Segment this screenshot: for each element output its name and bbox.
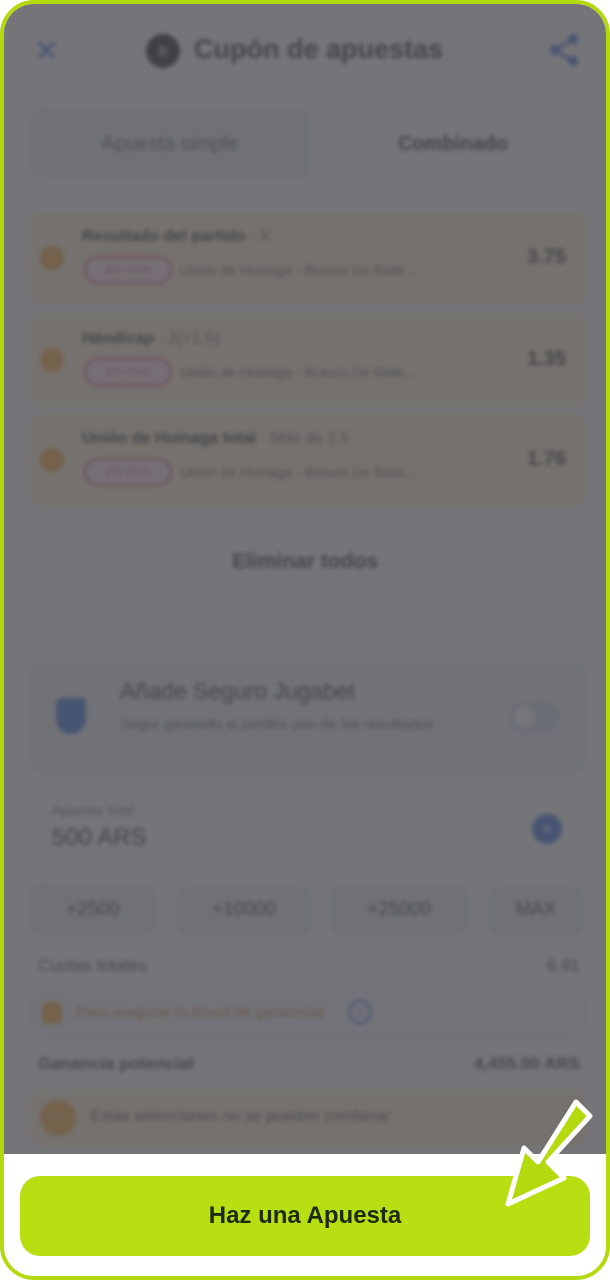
insurance-description: Seguí ganando si perdés uno de los resul…: [120, 716, 434, 733]
selection-pick: Más de 1.5: [270, 430, 350, 447]
remove-selection-icon[interactable]: [40, 246, 64, 270]
stake-field[interactable]: Apuesta total 500 ARS ✕: [30, 794, 586, 868]
selection-pick: X: [259, 228, 271, 245]
brand-logo: B: [146, 34, 180, 68]
insurance-title: Añade Seguro Jugabet: [120, 678, 356, 704]
selection-market: Unión de Huinaga total: [82, 430, 257, 447]
tab-simple[interactable]: Apuesta simple: [30, 108, 310, 180]
total-odds-row: Cuotas totales 8.91: [38, 956, 580, 976]
phone-frame: ✕ B Cupón de apuestas Apuesta simple Com…: [0, 0, 610, 1280]
potential-win-row: Ganancia potencial 4,455.00 ARS: [38, 1054, 580, 1074]
insurance-toggle[interactable]: [510, 702, 560, 732]
total-odds-value: 8.91: [546, 956, 580, 975]
quick-amount-button[interactable]: MAX: [488, 884, 584, 936]
remove-selection-icon[interactable]: [40, 448, 64, 472]
total-odds-label: Cuotas totales: [38, 956, 147, 975]
selection-market: Hándicap: [82, 330, 155, 347]
stake-value[interactable]: 500 ARS: [52, 824, 147, 852]
remove-selection-icon[interactable]: [40, 348, 64, 372]
potential-win-label: Ganancia potencial: [38, 1054, 194, 1073]
selection-card[interactable]: Hándicap · 2(+1.5) EN VIVO Unión de Huin…: [30, 314, 586, 406]
info-icon[interactable]: i: [348, 1000, 372, 1024]
selection-card[interactable]: Resultado del partido · X EN VIVO Unión …: [30, 212, 586, 304]
boost-banner: Para asegurar tu Boost de ganancias i: [30, 986, 586, 1040]
selection-odds: 3.75: [527, 246, 566, 268]
pointer-arrow-icon: [505, 1099, 593, 1207]
shield-icon: [56, 698, 86, 734]
quick-amount-button[interactable]: +25000: [330, 884, 468, 936]
page-title: Cupón de apuestas: [194, 34, 444, 64]
top-bar: ✕ B Cupón de apuestas: [4, 22, 606, 78]
stake-label: Apuesta total: [52, 802, 134, 818]
remove-all-button[interactable]: Eliminar todos: [4, 550, 606, 574]
warning-text: Estas selecciones no se pueden combinar: [90, 1108, 390, 1125]
selection-event: Unión de Huinaga - Bravos De Ibaiti...: [180, 464, 416, 480]
tab-combined[interactable]: Combinado: [320, 108, 586, 180]
clear-stake-icon[interactable]: ✕: [532, 814, 562, 844]
bet-slip-screen: ✕ B Cupón de apuestas Apuesta simple Com…: [4, 4, 606, 1154]
insurance-card: Añade Seguro Jugabet Seguí ganando si pe…: [30, 658, 586, 776]
selection-market: Resultado del partido: [82, 228, 246, 245]
live-badge: EN VIVO: [84, 256, 172, 284]
selection-odds: 1.76: [527, 448, 566, 470]
live-badge: EN VIVO: [84, 458, 172, 486]
gift-icon: [42, 1002, 62, 1024]
potential-win-value: 4,455.00 ARS: [473, 1054, 580, 1073]
selection-pick: 2(+1.5): [168, 330, 220, 347]
close-icon[interactable]: ✕: [34, 34, 59, 69]
selection-event: Unión de Huinaga - Bravos De Ibaiti...: [180, 364, 416, 380]
bet-type-tabs: Apuesta simple Combinado: [30, 108, 586, 180]
boost-text: Para asegurar tu Boost de ganancias: [76, 1004, 324, 1021]
quick-amount-button[interactable]: +10000: [176, 884, 312, 936]
selection-card[interactable]: Unión de Huinaga total · Más de 1.5 EN V…: [30, 414, 586, 506]
quick-amount-button[interactable]: +2500: [30, 884, 156, 936]
selection-odds: 1.35: [527, 348, 566, 370]
selection-event: Unión de Huinaga - Bravos De Ibaiti...: [180, 262, 416, 278]
live-badge: EN VIVO: [84, 358, 172, 386]
share-icon[interactable]: [546, 32, 582, 68]
warning-icon: !: [40, 1100, 76, 1136]
